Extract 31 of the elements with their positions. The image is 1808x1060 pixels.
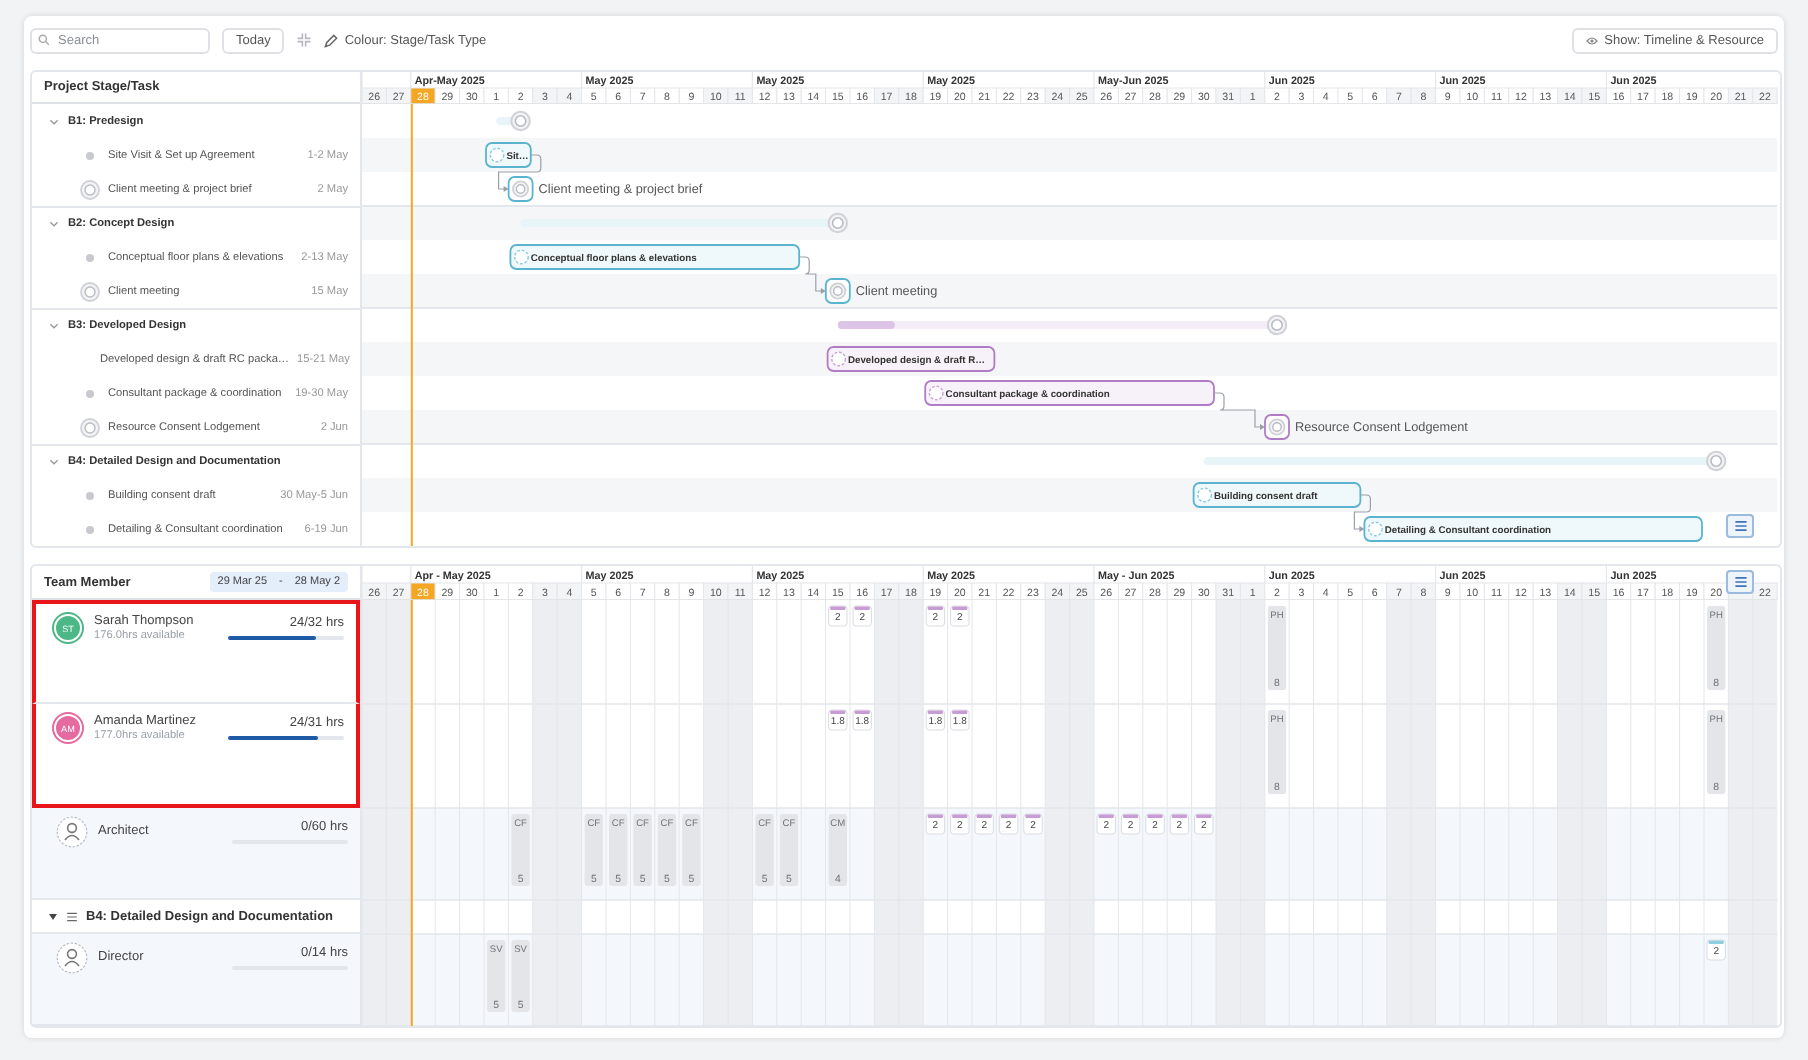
milestone-marker[interactable] <box>1264 414 1290 440</box>
task-dot <box>86 491 94 499</box>
milestone-icon <box>80 179 100 199</box>
milestone-icon <box>827 212 848 234</box>
task-dot <box>86 389 94 397</box>
milestone-icon <box>80 281 100 301</box>
eye-icon <box>1586 35 1599 45</box>
milestone-marker[interactable] <box>824 278 851 304</box>
milestone-icon <box>80 417 100 437</box>
chevron-icon[interactable] <box>48 115 60 127</box>
list-icon <box>66 911 78 921</box>
milestone-marker[interactable] <box>507 176 534 202</box>
caret-icon[interactable] <box>48 911 58 921</box>
milestone-icon <box>510 110 531 132</box>
task-dot <box>86 525 94 533</box>
task-dot <box>86 151 94 159</box>
menu-button[interactable] <box>1726 570 1755 594</box>
menu-icon <box>1733 520 1748 532</box>
search-icon <box>38 34 50 46</box>
person-icon <box>56 942 88 974</box>
menu-icon <box>1733 576 1748 588</box>
chevron-icon[interactable] <box>48 218 60 230</box>
pencil-icon <box>324 33 339 47</box>
chevron-icon[interactable] <box>48 456 60 468</box>
chevron-icon[interactable] <box>48 320 60 332</box>
collapse-icon[interactable] <box>296 32 313 48</box>
milestone-icon <box>1266 314 1288 336</box>
task-dot <box>86 253 94 261</box>
menu-button[interactable] <box>1726 514 1755 538</box>
person-icon <box>56 816 88 848</box>
milestone-icon <box>1706 450 1727 472</box>
